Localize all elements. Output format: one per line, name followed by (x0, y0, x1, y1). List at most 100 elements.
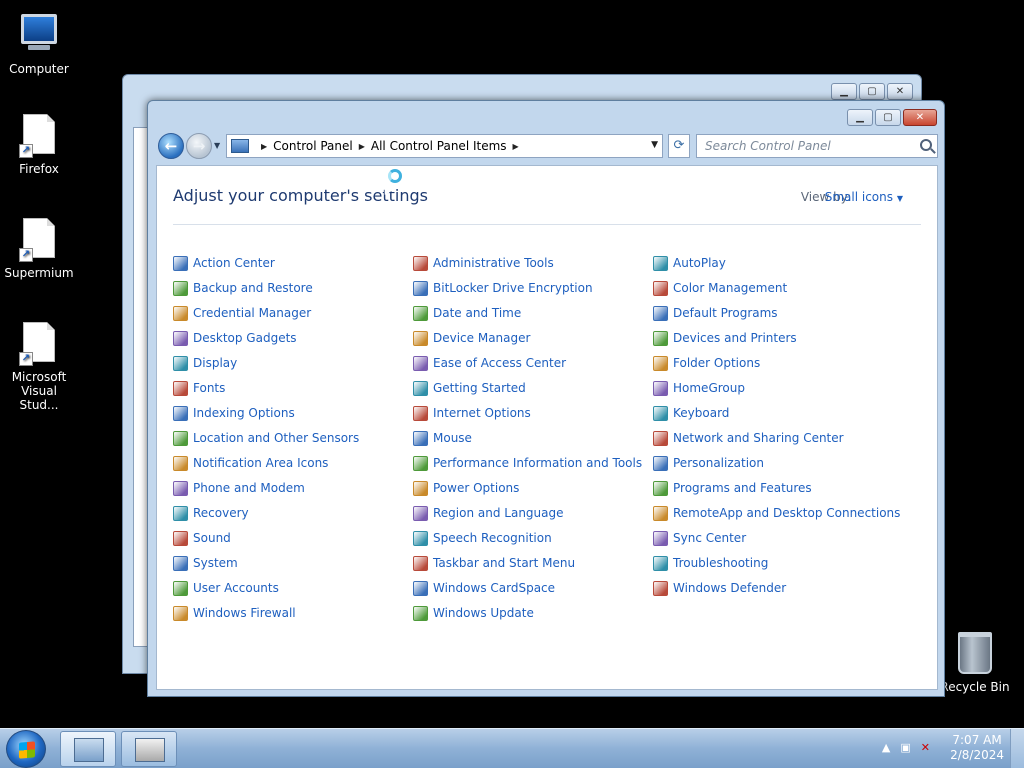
cp-item-action-center[interactable]: Action Center (173, 254, 275, 272)
cp-item-devices-and-printers[interactable]: Devices and Printers (653, 329, 797, 347)
maximize-button[interactable]: ▢ (859, 83, 885, 100)
chevron-right-icon[interactable]: ▶ (261, 142, 267, 151)
cp-item-taskbar-and-start-menu[interactable]: Taskbar and Start Menu (413, 554, 575, 572)
chevron-down-icon[interactable]: ▼ (651, 140, 658, 150)
cp-item-label: Action Center (193, 256, 275, 270)
cp-item-default-programs[interactable]: Default Programs (653, 304, 778, 322)
volume-muted-icon[interactable]: ✕ (921, 741, 930, 754)
cp-item-label: Sound (193, 531, 231, 545)
taskbar-control-panel[interactable] (60, 731, 116, 767)
forward-button[interactable]: → (186, 133, 212, 159)
network-icon[interactable]: ▣ (900, 741, 910, 754)
desktop-icon-label: Microsoft Visual Stud... (11, 370, 67, 412)
cp-item-indexing-options[interactable]: Indexing Options (173, 404, 295, 422)
minimize-button[interactable]: ▁ (847, 109, 873, 126)
cp-item-windows-defender[interactable]: Windows Defender (653, 579, 786, 597)
cp-item-icon (653, 405, 668, 421)
close-button[interactable]: ✕ (887, 83, 913, 100)
cp-item-region-and-language[interactable]: Region and Language (413, 504, 564, 522)
chevron-right-icon[interactable]: ▶ (513, 142, 519, 151)
cp-item-programs-and-features[interactable]: Programs and Features (653, 479, 812, 497)
cp-item-remoteapp-and-desktop-connections[interactable]: RemoteApp and Desktop Connections (653, 504, 900, 522)
cp-item-getting-started[interactable]: Getting Started (413, 379, 526, 397)
show-hidden-icons-button[interactable]: ▲ (882, 741, 890, 754)
cp-item-date-and-time[interactable]: Date and Time (413, 304, 521, 322)
cp-item-keyboard[interactable]: Keyboard (653, 404, 729, 422)
clock[interactable]: 7:07 AM 2/8/2024 (950, 733, 1004, 763)
breadcrumb-control-panel[interactable]: Control Panel (273, 139, 353, 153)
cp-item-sync-center[interactable]: Sync Center (653, 529, 746, 547)
cp-item-phone-and-modem[interactable]: Phone and Modem (173, 479, 305, 497)
close-button[interactable]: ✕ (903, 109, 937, 126)
control-panel-icon (74, 738, 104, 762)
cp-item-windows-firewall[interactable]: Windows Firewall (173, 604, 296, 622)
cp-item-homegroup[interactable]: HomeGroup (653, 379, 745, 397)
cp-item-windows-cardspace[interactable]: Windows CardSpace (413, 579, 555, 597)
cp-item-user-accounts[interactable]: User Accounts (173, 579, 279, 597)
cp-item-icon (653, 505, 668, 521)
cp-item-power-options[interactable]: Power Options (413, 479, 519, 497)
cp-item-windows-update[interactable]: Windows Update (413, 604, 534, 622)
maximize-button[interactable]: ▢ (875, 109, 901, 126)
cp-item-icon (413, 405, 428, 421)
cp-item-icon (173, 530, 188, 546)
cp-item-device-manager[interactable]: Device Manager (413, 329, 530, 347)
document-shortcut-icon: ↗ (19, 218, 59, 262)
cp-item-display[interactable]: Display (173, 354, 237, 372)
refresh-button[interactable]: ⟳ (668, 134, 690, 158)
cp-item-label: Devices and Printers (673, 331, 797, 345)
cp-item-mouse[interactable]: Mouse (413, 429, 472, 447)
cp-item-speech-recognition[interactable]: Speech Recognition (413, 529, 552, 547)
back-button[interactable]: ← (158, 133, 184, 159)
cp-item-desktop-gadgets[interactable]: Desktop Gadgets (173, 329, 297, 347)
cp-item-icon (173, 555, 188, 571)
desktop-icon-visual-studio[interactable]: ↗ Microsoft Visual Stud... (1, 322, 77, 412)
cp-item-autoplay[interactable]: AutoPlay (653, 254, 726, 272)
document-shortcut-icon: ↗ (19, 322, 59, 366)
desktop-icon-firefox[interactable]: ↗ Firefox (1, 114, 77, 176)
cp-item-fonts[interactable]: Fonts (173, 379, 225, 397)
start-button[interactable] (6, 730, 46, 768)
taskbar-fax-printer[interactable] (121, 731, 177, 767)
cp-item-notification-area-icons[interactable]: Notification Area Icons (173, 454, 328, 472)
cp-item-internet-options[interactable]: Internet Options (413, 404, 531, 422)
search-input[interactable]: Search Control Panel (696, 134, 938, 158)
cp-item-personalization[interactable]: Personalization (653, 454, 764, 472)
chevron-right-icon[interactable]: ▶ (359, 142, 365, 151)
show-desktop-button[interactable] (1010, 729, 1024, 768)
cp-item-sound[interactable]: Sound (173, 529, 231, 547)
cp-item-folder-options[interactable]: Folder Options (653, 354, 760, 372)
view-by-dropdown[interactable]: Small icons ▼ (825, 190, 903, 204)
clock-date: 2/8/2024 (950, 748, 1004, 762)
cp-item-label: Speech Recognition (433, 531, 552, 545)
desktop-icon-recycle-bin[interactable]: Recycle Bin (937, 632, 1013, 694)
cp-item-location-and-other-sensors[interactable]: Location and Other Sensors (173, 429, 359, 447)
cp-item-label: User Accounts (193, 581, 279, 595)
desktop-icon-supermium[interactable]: ↗ Supermium (1, 218, 77, 280)
clock-time: 7:07 AM (952, 733, 1002, 747)
cp-item-label: Administrative Tools (433, 256, 554, 270)
cp-item-icon (653, 255, 668, 271)
cp-item-system[interactable]: System (173, 554, 238, 572)
address-bar[interactable]: ▶ Control Panel ▶ All Control Panel Item… (226, 134, 663, 158)
cp-item-administrative-tools[interactable]: Administrative Tools (413, 254, 554, 272)
minimize-button[interactable]: ▁ (831, 83, 857, 100)
cp-item-backup-and-restore[interactable]: Backup and Restore (173, 279, 313, 297)
cp-item-recovery[interactable]: Recovery (173, 504, 249, 522)
cp-item-color-management[interactable]: Color Management (653, 279, 787, 297)
breadcrumb-all-items[interactable]: All Control Panel Items (371, 139, 507, 153)
cp-item-ease-of-access-center[interactable]: Ease of Access Center (413, 354, 566, 372)
cp-item-label: Internet Options (433, 406, 531, 420)
desktop-icon-computer[interactable]: Computer (1, 10, 77, 76)
cp-item-credential-manager[interactable]: Credential Manager (173, 304, 311, 322)
search-icon[interactable] (920, 139, 932, 151)
cp-item-troubleshooting[interactable]: Troubleshooting (653, 554, 768, 572)
cp-item-icon (173, 380, 188, 396)
cp-item-network-and-sharing-center[interactable]: Network and Sharing Center (653, 429, 844, 447)
printer-icon (135, 738, 165, 762)
recent-pages-dropdown[interactable]: ▼ (214, 141, 220, 150)
cp-item-bitlocker-drive-encryption[interactable]: BitLocker Drive Encryption (413, 279, 593, 297)
cp-item-performance-information-and-tools[interactable]: Performance Information and Tools (413, 454, 642, 472)
cp-item-label: Location and Other Sensors (193, 431, 360, 445)
cp-item-label: Power Options (433, 481, 520, 495)
